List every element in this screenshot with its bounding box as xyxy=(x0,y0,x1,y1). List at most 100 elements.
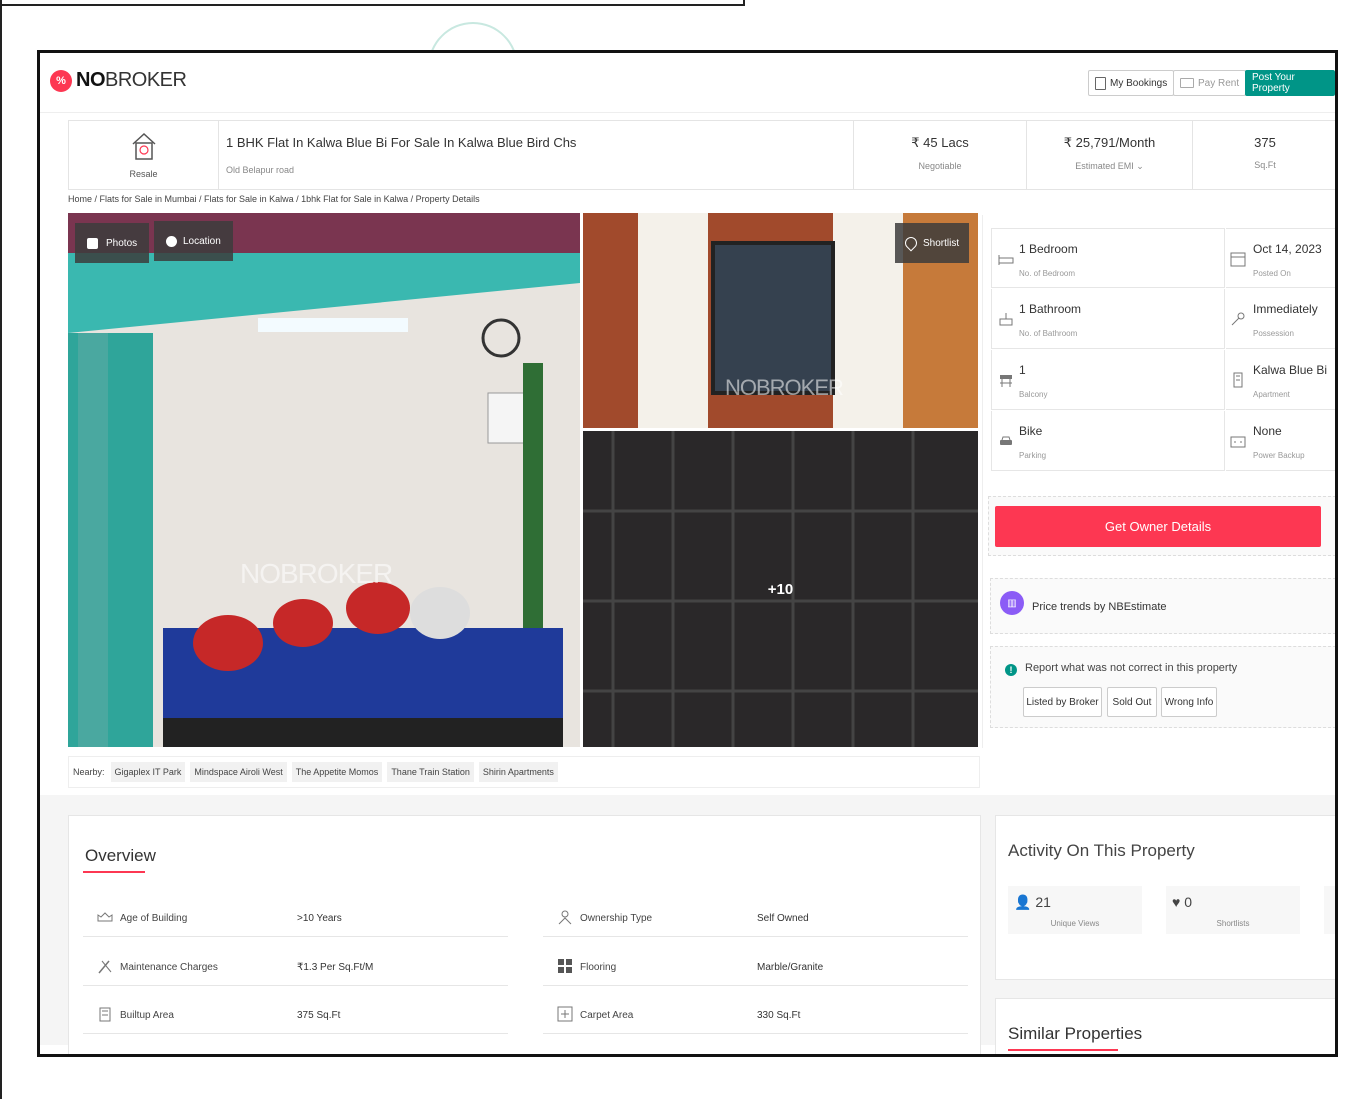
price-trends-link[interactable]: Price trends by NBEstimate xyxy=(1032,601,1167,613)
building-age-icon xyxy=(97,912,113,922)
price-cell: ₹ 45 Lacs Negotiable xyxy=(853,121,1026,189)
resale-house-icon xyxy=(132,132,156,160)
spec-label: Possession xyxy=(1253,329,1294,338)
nearby-chip[interactable]: The Appetite Momos xyxy=(291,762,383,782)
spec-value: Oct 14, 2023 xyxy=(1253,242,1322,256)
nearby-label: Nearby: xyxy=(73,767,105,777)
logo-text: NOBROKER xyxy=(76,69,187,92)
photo-more[interactable]: +10 xyxy=(583,431,978,747)
spec-value: Bike xyxy=(1019,424,1043,438)
spec-label: Posted On xyxy=(1253,269,1291,278)
property-type-cell: Resale xyxy=(69,121,219,189)
nearby-chip[interactable]: Shirin Apartments xyxy=(478,762,558,782)
overview-title: Overview xyxy=(85,846,156,865)
price-note: Negotiable xyxy=(918,161,962,171)
spec-value: 1 xyxy=(1019,363,1026,377)
post-property-button[interactable]: Post Your Property xyxy=(1245,70,1335,96)
shortlists-count: 0 xyxy=(1184,894,1192,910)
sold-out-button[interactable]: Sold Out xyxy=(1107,687,1157,717)
overview-label: Flooring xyxy=(580,962,617,973)
get-owner-details-button[interactable]: Get Owner Details xyxy=(995,506,1321,547)
nearby-chip[interactable]: Thane Train Station xyxy=(387,762,474,782)
overview-section: Overview Age of Building >10 Years Owner… xyxy=(68,815,981,1054)
photo-window[interactable]: NOBROKER Shortlist xyxy=(583,213,978,428)
post-property-label: Post Your Property xyxy=(1252,72,1295,94)
spec-label: No. of Bedroom xyxy=(1019,269,1076,278)
area-value: 375 xyxy=(1254,135,1276,150)
photos-button[interactable]: Photos xyxy=(75,223,150,263)
pay-rent-button[interactable]: Pay Rent xyxy=(1173,70,1247,96)
building-icon xyxy=(1233,372,1243,388)
main-photo[interactable]: NOBROKER Photos Location xyxy=(68,213,580,747)
emi-cell[interactable]: ₹ 25,791/Month Estimated EMI ⌄ xyxy=(1026,121,1192,189)
overview-value: ₹1.3 Per Sq.Ft/M xyxy=(297,962,374,973)
overview-row-age: Age of Building >10 Years xyxy=(83,907,508,937)
spec-label: Apartment xyxy=(1253,390,1290,399)
chart-icon: ▥ xyxy=(1000,591,1024,615)
location-icon xyxy=(166,235,177,247)
emi-dropdown[interactable]: Estimated EMI ⌄ xyxy=(1027,161,1192,172)
shortlists-card: ♥ 0 Shortlists xyxy=(1166,886,1300,934)
room-illustration xyxy=(68,213,580,747)
overview-label: Builtup Area xyxy=(120,1010,174,1021)
nearby-chip[interactable]: Gigaplex IT Park xyxy=(110,762,186,782)
area-unit: Sq.Ft xyxy=(1254,160,1276,170)
photo-gallery: NOBROKER Photos Location NOBROKER Shortl… xyxy=(68,213,978,747)
bath-icon xyxy=(999,313,1013,326)
location-button[interactable]: Location xyxy=(154,221,233,261)
overview-row-ownership: Ownership Type Self Owned xyxy=(543,907,968,937)
watermark-top-right: NOBROKER xyxy=(725,375,844,400)
spec-power-backup: None Power Backup xyxy=(1226,411,1335,471)
alert-icon: ! xyxy=(1005,664,1017,676)
overview-row-carpet: Carpet Area 330 Sq.Ft xyxy=(543,1004,968,1034)
similar-properties-section: Similar Properties xyxy=(995,998,1335,1054)
user-icon: 👤 xyxy=(1014,894,1036,910)
overview-row-builtup: Builtup Area 375 Sq.Ft xyxy=(83,1004,508,1034)
balcony-icon xyxy=(1000,375,1012,387)
more-photos-count[interactable]: +10 xyxy=(583,431,978,747)
flooring-icon xyxy=(558,959,572,973)
overview-row-maintenance: Maintenance Charges ₹1.3 Per Sq.Ft/M xyxy=(83,956,508,986)
spec-possession: Immediately Possession xyxy=(1226,289,1335,349)
carpet-area-icon xyxy=(557,1006,573,1022)
spec-apartment: Kalwa Blue Bi Apartment xyxy=(1226,350,1335,410)
logo-bold: NO xyxy=(76,69,106,91)
shortlist-button[interactable]: Shortlist xyxy=(895,223,970,263)
spec-label: Power Backup xyxy=(1253,451,1305,460)
car-icon xyxy=(1000,436,1012,445)
wrong-info-button[interactable]: Wrong Info xyxy=(1161,687,1217,717)
breadcrumb[interactable]: Home / Flats for Sale in Mumbai / Flats … xyxy=(68,194,480,204)
overview-underline xyxy=(83,871,145,873)
top-divider-tick xyxy=(743,0,745,6)
logo-mark-icon: % xyxy=(50,69,72,92)
spec-value: None xyxy=(1253,424,1282,438)
activity-card-partial xyxy=(1324,886,1335,934)
price-value: ₹ 45 Lacs xyxy=(911,135,969,150)
heart-filled-icon: ♥ xyxy=(1172,894,1185,910)
similar-properties-title: Similar Properties xyxy=(1008,1024,1143,1043)
my-bookings-button[interactable]: My Bookings xyxy=(1088,70,1175,96)
property-title: 1 BHK Flat In Kalwa Blue Bi For Sale In … xyxy=(226,135,577,150)
property-address: Old Belapur road xyxy=(226,165,295,175)
nobroker-logo[interactable]: % NOBROKER xyxy=(50,69,187,92)
spec-bedroom: 1 Bedroom No. of Bedroom xyxy=(991,228,1225,288)
overview-label: Maintenance Charges xyxy=(120,962,218,973)
overview-value: >10 Years xyxy=(297,913,342,924)
calendar-icon xyxy=(1230,252,1246,267)
spec-label: Parking xyxy=(1019,451,1047,460)
battery-icon xyxy=(1230,436,1246,448)
overview-value: 375 Sq.Ft xyxy=(297,1010,341,1021)
overview-label: Age of Building xyxy=(120,913,188,924)
spec-label: No. of Bathroom xyxy=(1019,329,1078,338)
property-title-bar: Resale 1 BHK Flat In Kalwa Blue Bi For S… xyxy=(68,120,1335,190)
spec-label: Balcony xyxy=(1019,390,1048,399)
bookings-icon xyxy=(1095,76,1106,90)
property-type-label: Resale xyxy=(129,169,158,179)
nearby-chip[interactable]: Mindspace Airoli West xyxy=(190,762,287,782)
area-cell: 375 Sq.Ft xyxy=(1192,121,1335,189)
unique-views-card: 👤 21 Unique Views xyxy=(1008,886,1142,934)
activity-section: Activity On This Property 👤 21 Unique Vi… xyxy=(995,815,1335,980)
heart-icon xyxy=(902,234,920,252)
site-header: % NOBROKER My Bookings Pay Rent Post You… xyxy=(40,53,1335,113)
listed-by-broker-button[interactable]: Listed by Broker xyxy=(1023,687,1102,717)
